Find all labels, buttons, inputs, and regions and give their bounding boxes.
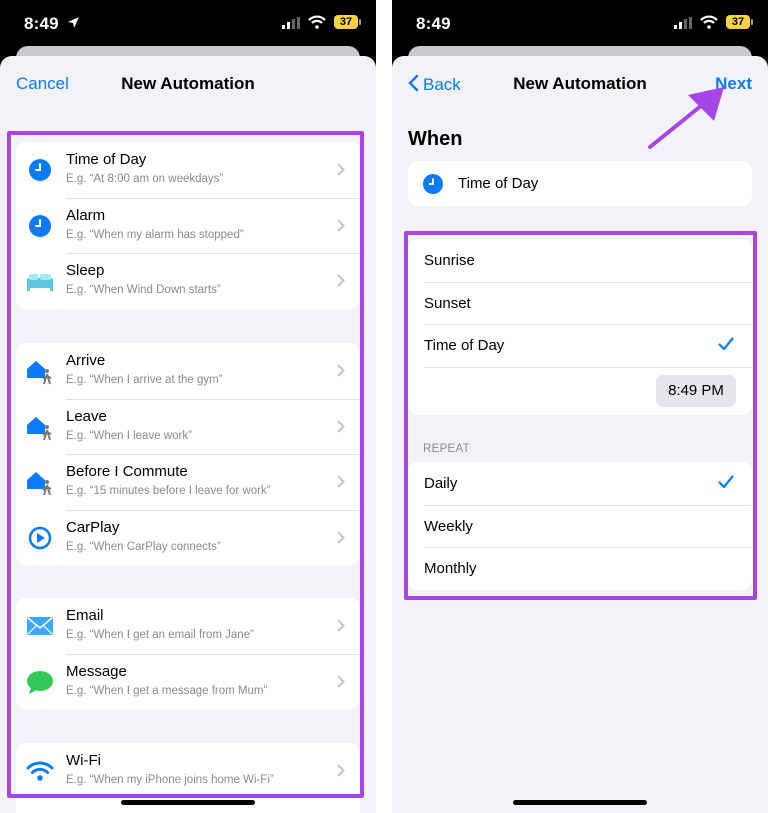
- arrow-pointer-icon: [648, 87, 724, 149]
- when-selected-trigger[interactable]: Time of Day: [408, 161, 752, 206]
- status-time: 8:49: [416, 14, 451, 33]
- right-screen: 8:49 37 Back New Automation Next When Ti…: [392, 0, 768, 813]
- clock-icon: [423, 174, 443, 194]
- when-value: Time of Day: [458, 175, 539, 192]
- when-heading: When: [408, 128, 463, 150]
- highlight-box-options: [404, 231, 757, 600]
- home-indicator: [513, 800, 647, 805]
- status-time: 8:49: [24, 14, 59, 33]
- location-arrow-icon: [68, 17, 79, 28]
- wifi-status-icon: [308, 15, 326, 29]
- nav-title: New Automation: [121, 74, 255, 93]
- status-bar: 8:49 37: [0, 0, 376, 46]
- cellular-signal-icon: [282, 17, 300, 29]
- battery-icon: 37: [334, 15, 361, 29]
- left-screen: 8:49 37 Cancel New Automation Time of Da…: [0, 0, 376, 813]
- screen-divider: [376, 0, 392, 813]
- highlight-box-triggers: [7, 131, 364, 798]
- home-indicator: [121, 800, 255, 805]
